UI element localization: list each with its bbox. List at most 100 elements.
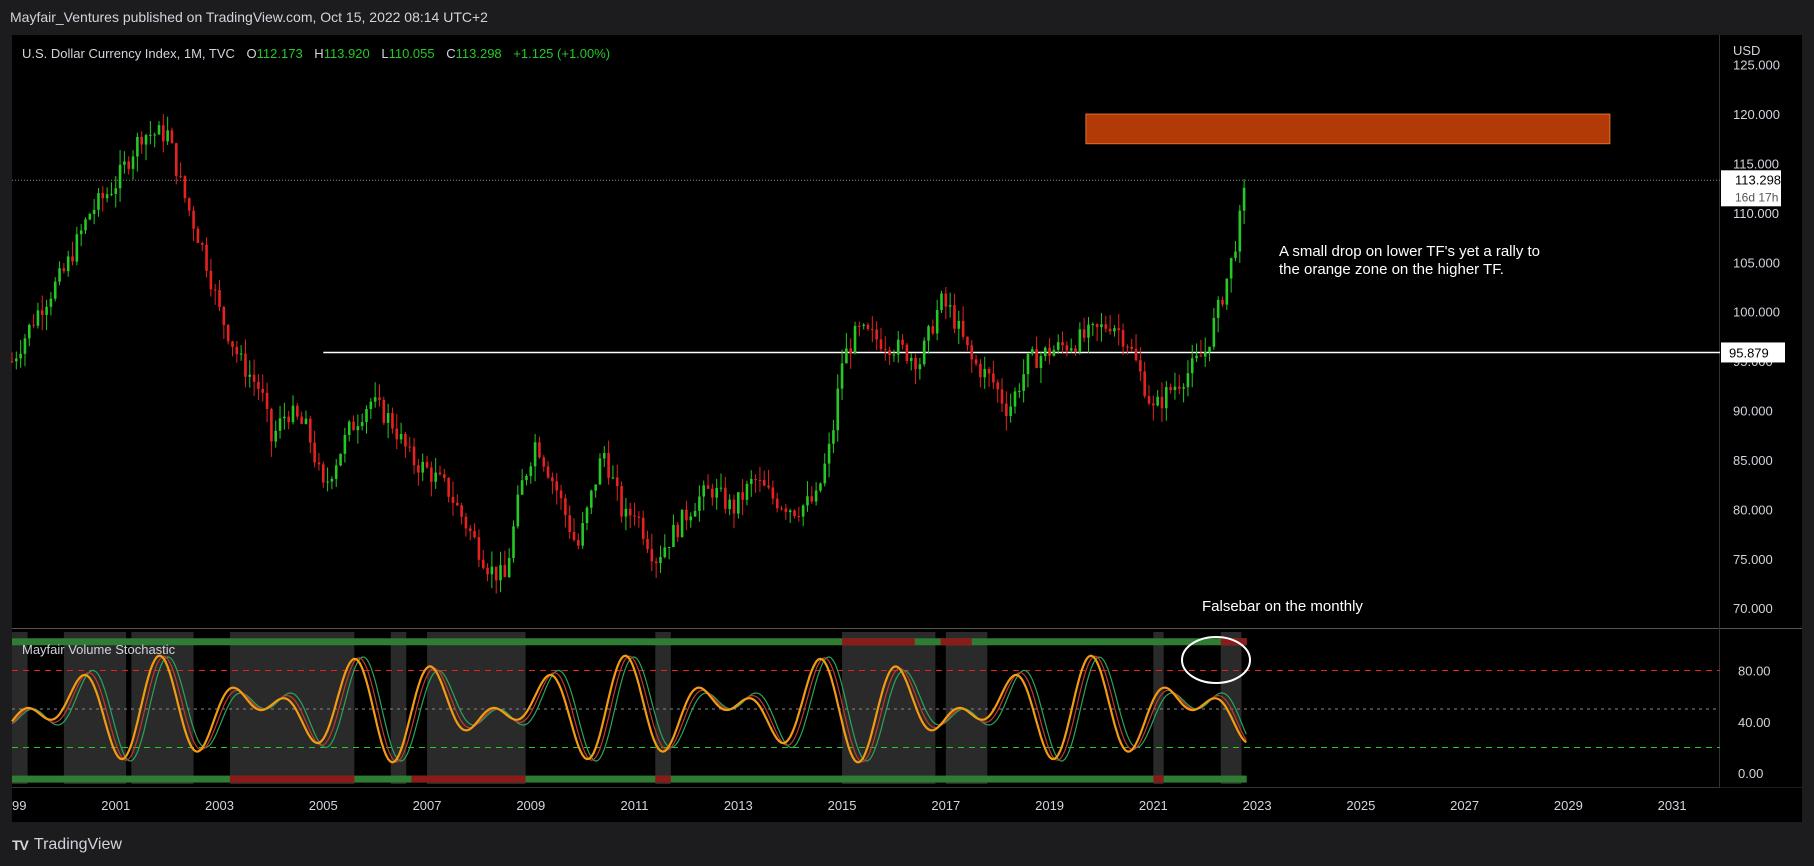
candle-body xyxy=(105,194,109,199)
candle-body xyxy=(443,474,446,478)
candle-body xyxy=(598,458,602,485)
candle-body xyxy=(832,430,835,444)
candle-body xyxy=(633,515,636,517)
candle-body xyxy=(741,492,744,500)
candle-body xyxy=(1000,389,1004,404)
candle-body xyxy=(1030,349,1034,354)
candle-body xyxy=(1165,387,1168,409)
candle-body xyxy=(581,523,584,546)
price-tick-label: 80.000 xyxy=(1733,502,1773,517)
candle-body xyxy=(845,348,848,364)
candle-body xyxy=(620,486,623,517)
candle-body xyxy=(399,433,403,440)
candle-body xyxy=(291,405,295,422)
candle-body xyxy=(101,193,105,199)
candle-body xyxy=(754,479,757,481)
candle-body xyxy=(879,339,883,350)
candle-body xyxy=(862,324,865,326)
candle-body xyxy=(265,392,269,409)
candle-body xyxy=(905,344,909,362)
candle-body xyxy=(75,234,79,262)
candle-body xyxy=(343,434,347,454)
candle-body xyxy=(58,268,61,282)
candle-body xyxy=(1100,324,1103,328)
candle-body xyxy=(447,477,450,497)
candle-body xyxy=(477,537,481,560)
candle-body xyxy=(15,358,18,362)
candle-body xyxy=(611,477,615,479)
candle-body xyxy=(187,198,191,211)
candle-body xyxy=(512,526,515,559)
candle-body xyxy=(1043,347,1047,357)
candle-body xyxy=(296,405,299,417)
candle-body xyxy=(157,125,161,135)
time-tick-label: 2025 xyxy=(1346,798,1375,813)
time-tick-label: 2019 xyxy=(1035,798,1064,813)
candle-body xyxy=(685,509,688,521)
candle-body xyxy=(356,426,360,431)
price-tick-label: 110.000 xyxy=(1733,206,1779,221)
candle-body xyxy=(775,498,779,509)
candle-body xyxy=(1199,355,1203,357)
candle-body xyxy=(732,499,736,514)
candle-body xyxy=(62,268,66,272)
annotation-falsebar: Falsebar on the monthly xyxy=(1202,598,1363,615)
footer-brand: TradingView xyxy=(33,836,122,853)
candle-body xyxy=(438,472,442,475)
candle-body xyxy=(1091,324,1095,326)
candle-body xyxy=(92,209,96,214)
candle-body xyxy=(23,338,27,354)
candle-body xyxy=(1078,329,1082,352)
indicator-title: Mayfair Volume Stochastic xyxy=(22,642,176,657)
candle-body xyxy=(628,508,632,516)
candle-body xyxy=(27,324,31,339)
candle-body xyxy=(853,325,857,354)
candle-body xyxy=(417,465,420,473)
high-value: 113.920 xyxy=(324,46,370,61)
candle-body xyxy=(1221,300,1224,305)
candle-body xyxy=(866,324,870,329)
candle-body xyxy=(676,524,680,538)
candle-body xyxy=(162,125,165,142)
candle-body xyxy=(1117,328,1121,331)
candle-body xyxy=(1126,346,1129,348)
candle-body xyxy=(114,188,118,194)
candle-body xyxy=(226,325,230,342)
candle-body xyxy=(499,565,502,581)
chart-canvas[interactable]: 125.000 120.000 115.000 110.000 105.000 100.0… xyxy=(0,0,1814,866)
candle-body xyxy=(395,428,399,440)
candle-body xyxy=(698,496,701,511)
candle-body xyxy=(602,453,606,459)
time-tick-label: 2003 xyxy=(205,798,234,813)
candle-body xyxy=(771,487,775,499)
candle-body xyxy=(715,488,718,498)
candle-body xyxy=(1186,373,1190,388)
candle-body xyxy=(347,421,351,435)
candle-body xyxy=(49,298,53,307)
candle-body xyxy=(1013,391,1017,407)
candle-body xyxy=(914,357,917,370)
orange-target-zone[interactable] xyxy=(1085,113,1611,145)
candle-body xyxy=(118,164,122,189)
symbol-name: U.S. Dollar Currency Index, 1M, TVC xyxy=(22,46,235,61)
candle-body xyxy=(451,496,455,503)
candle-body xyxy=(481,559,485,568)
candle-body xyxy=(179,175,182,177)
price-tick-label: 100.000 xyxy=(1733,305,1780,320)
candle-body xyxy=(131,156,135,169)
candle-body xyxy=(546,466,550,478)
candle-body xyxy=(110,193,113,195)
candle-body xyxy=(983,368,987,378)
candle-body xyxy=(408,446,412,448)
candle-body xyxy=(564,498,567,516)
candle-body xyxy=(1069,348,1073,351)
candle-body xyxy=(883,349,887,351)
time-tick-label: 2009 xyxy=(516,798,545,813)
stoch-bottom-oversold xyxy=(427,775,526,783)
candle-body xyxy=(654,561,658,564)
candle-body xyxy=(97,193,100,210)
candle-body xyxy=(918,364,922,370)
candle-body xyxy=(460,505,463,517)
candle-body xyxy=(1169,387,1172,391)
candle-body xyxy=(706,485,710,489)
